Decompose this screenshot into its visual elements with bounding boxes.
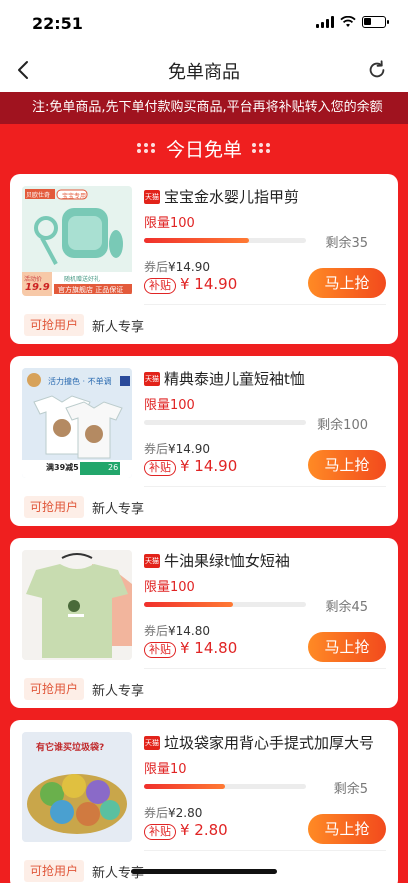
product-card[interactable]: 活力撞色 · 不单调 满39减5 26 天猫 精典泰迪儿童短袖t恤 限量100 … <box>10 356 398 526</box>
image-price-label: 19.9 <box>25 282 50 293</box>
newbie-exclusive-label: 新人专享 <box>92 502 145 517</box>
product-card[interactable]: 天猫 牛油果绿t恤女短袖 限量100 剩余45 券后¥14.80 补贴 ¥ 14… <box>10 538 398 708</box>
product-image[interactable]: 有它谁买垃圾袋? <box>22 732 132 842</box>
page-title: 免单商品 <box>168 62 240 83</box>
subsidy-price: ¥ 14.90 <box>180 457 238 475</box>
subsidy-badge: 补贴 <box>144 642 176 658</box>
tmall-badge: 天猫 <box>144 554 160 568</box>
newbie-exclusive-label: 新人专享 <box>92 684 145 699</box>
product-image[interactable] <box>22 550 132 660</box>
image-headline-label: 活力撞色 · 不单调 <box>48 377 112 386</box>
divider <box>144 486 386 487</box>
section-title: 今日免单 <box>165 138 242 161</box>
image-promo-label: 满39减5 <box>46 463 79 472</box>
remaining-count: 剩余35 <box>325 236 368 251</box>
stock-progress-bar <box>144 602 306 607</box>
coupon-price-value: ¥2.80 <box>168 806 203 820</box>
stock-progress-bar <box>144 784 306 789</box>
divider <box>144 850 386 851</box>
coupon-price: 券后¥2.80 <box>144 804 202 821</box>
coupon-price-value: ¥14.90 <box>168 260 211 274</box>
limit-label: 限量10 <box>144 762 187 777</box>
image-count-label: 26 <box>108 463 119 472</box>
newbie-exclusive-label: 新人专享 <box>92 320 145 335</box>
subsidy-badge: 补贴 <box>144 824 176 840</box>
image-strip-label: 官方旗舰店 正品保证 <box>58 286 124 294</box>
status-time: 22:51 <box>32 14 83 33</box>
divider <box>144 304 386 305</box>
product-title[interactable]: 宝宝金水婴儿指甲剪 <box>164 186 392 207</box>
divider <box>144 668 386 669</box>
product-title[interactable]: 牛油果绿t恤女短袖 <box>164 550 392 571</box>
limit-label: 限量100 <box>144 216 195 231</box>
product-title[interactable]: 垃圾袋家用背心手提式加厚大号 <box>164 732 392 753</box>
tmall-badge: 天猫 <box>144 372 160 386</box>
refresh-icon[interactable] <box>366 59 388 81</box>
image-note-label: 随机赠送好礼 <box>64 276 101 283</box>
coupon-label: 券后 <box>144 806 169 820</box>
green-tshirt-image <box>22 550 132 660</box>
subsidy-price: ¥ 14.90 <box>180 275 238 293</box>
image-shop-label: 贝欧仕奇 <box>26 192 51 199</box>
coupon-label: 券后 <box>144 442 169 456</box>
image-slogan-label: 宝宝专用 <box>62 193 87 200</box>
stock-progress-fill <box>144 784 225 789</box>
grab-now-button[interactable]: 马上抢 <box>308 632 386 662</box>
product-card[interactable]: 贝欧仕奇 宝宝专用 随机赠送好礼 活动价 19.9 官方旗舰店 正品保证 天猫 … <box>10 174 398 344</box>
home-indicator[interactable] <box>131 869 277 874</box>
decorative-dots-icon <box>252 143 271 153</box>
subsidy-price: ¥ 14.80 <box>180 639 238 657</box>
stock-progress-fill <box>144 238 250 243</box>
product-card[interactable]: 有它谁买垃圾袋? 天猫 垃圾袋家用背心手提式加厚大号 限量10 剩余5 券后¥2… <box>10 720 398 883</box>
battery-icon <box>362 16 389 28</box>
coupon-label: 券后 <box>144 624 169 638</box>
subsidy-badge: 补贴 <box>144 278 176 294</box>
coupon-label: 券后 <box>144 260 169 274</box>
grab-now-button[interactable]: 马上抢 <box>308 814 386 844</box>
image-headline-label: 有它谁买垃圾袋? <box>36 743 105 753</box>
stock-progress-fill <box>144 602 234 607</box>
tmall-badge: 天猫 <box>144 190 160 204</box>
product-image[interactable]: 贝欧仕奇 宝宝专用 随机赠送好礼 活动价 19.9 官方旗舰店 正品保证 <box>22 186 132 296</box>
stock-progress-bar <box>144 420 306 425</box>
cellular-signal-icon <box>316 16 334 28</box>
remaining-count: 剩余100 <box>317 418 368 433</box>
status-bar: 22:51 <box>0 0 408 48</box>
section-header: 今日免单 <box>0 124 408 172</box>
product-title[interactable]: 精典泰迪儿童短袖t恤 <box>164 368 392 389</box>
limit-label: 限量100 <box>144 580 195 595</box>
nav-bar: 免单商品 <box>0 48 408 92</box>
status-icons <box>316 16 389 28</box>
subsidy-price: ¥ 2.80 <box>180 821 228 839</box>
tmall-badge: 天猫 <box>144 736 160 750</box>
eligible-user-tag: 可抢用户 <box>24 314 85 336</box>
stock-progress-bar <box>144 238 306 243</box>
decorative-dots-icon <box>136 143 156 153</box>
grab-now-button[interactable]: 马上抢 <box>308 268 386 298</box>
eligible-user-tag: 可抢用户 <box>24 678 85 700</box>
limit-label: 限量100 <box>144 398 195 413</box>
notice-banner: 注:免单商品,先下单付款购买商品,平台再将补贴转入您的余额 <box>0 92 408 124</box>
product-image[interactable]: 活力撞色 · 不单调 满39减5 26 <box>22 368 132 478</box>
remaining-count: 剩余5 <box>333 782 368 797</box>
coupon-price-value: ¥14.80 <box>168 624 211 638</box>
coupon-price-value: ¥14.90 <box>168 442 211 456</box>
wifi-icon <box>340 16 356 27</box>
coupon-price: 券后¥14.90 <box>144 258 210 275</box>
remaining-count: 剩余45 <box>325 600 368 615</box>
subsidy-badge: 补贴 <box>144 460 176 476</box>
coupon-price: 券后¥14.90 <box>144 440 210 457</box>
eligible-user-tag: 可抢用户 <box>24 496 85 518</box>
coupon-price: 券后¥14.80 <box>144 622 210 639</box>
grab-now-button[interactable]: 马上抢 <box>308 450 386 480</box>
eligible-user-tag: 可抢用户 <box>24 860 85 882</box>
